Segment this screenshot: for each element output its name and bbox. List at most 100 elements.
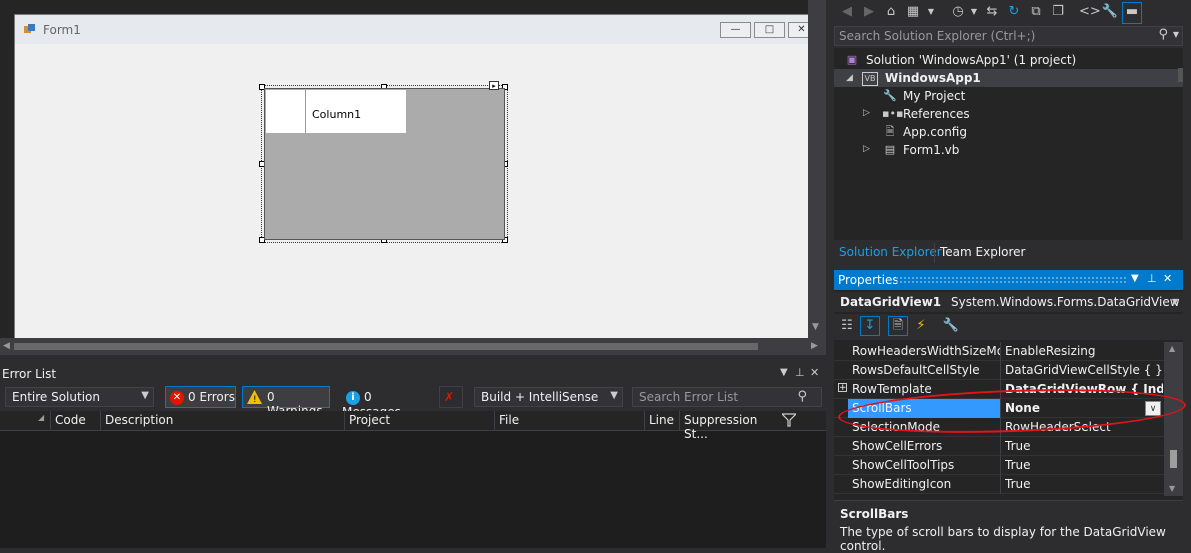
property-row[interactable]: RowHeadersWidthSizeMode EnableResizing <box>834 342 1164 361</box>
vb-project-icon: VB <box>862 72 878 86</box>
tab-team-explorer[interactable]: Team Explorer <box>934 243 1031 263</box>
properties-view-icon[interactable]: 🗎 <box>888 316 908 336</box>
home-icon[interactable]: ⌂ <box>882 3 900 21</box>
close-panel-icon[interactable]: ✕ <box>1163 272 1172 285</box>
tree-item-form1[interactable]: ▷ ▤ Form1.vb <box>834 141 1183 159</box>
property-row[interactable]: ShowEditingIcon True <box>834 475 1164 494</box>
property-grid-scrollbar[interactable]: ▲ ▼ <box>1164 342 1183 496</box>
column-header-code[interactable]: Code <box>50 411 100 431</box>
events-lightning-icon[interactable]: ⚡ <box>912 317 930 335</box>
description-title: ScrollBars <box>840 507 909 521</box>
tree-item-label: App.config <box>903 125 967 139</box>
property-value[interactable]: DataGridViewCellStyle { } <box>1005 363 1163 377</box>
expand-plus-icon[interactable]: + <box>838 383 847 393</box>
pin-icon[interactable]: ⊥ <box>1147 272 1157 285</box>
column-header-file[interactable]: File <box>494 411 644 431</box>
column-header-description[interactable]: Description <box>100 411 344 431</box>
expand-arrow-icon[interactable]: ▷ <box>863 108 870 118</box>
tree-item-project[interactable]: ◢ VB WindowsApp1 <box>834 69 1183 87</box>
search-icon[interactable]: ⚲ <box>797 389 807 404</box>
error-list-search-input[interactable]: Search Error List ⚲ <box>632 387 822 407</box>
property-name: ShowCellToolTips <box>852 458 955 472</box>
solution-tree: ▣ Solution 'WindowsApp1' (1 project) ◢ V… <box>834 48 1183 240</box>
tree-item-references[interactable]: ▷ ▪•▪ References <box>834 105 1183 123</box>
property-row[interactable]: ShowCellToolTips True <box>834 456 1164 475</box>
properties-object-selector[interactable]: DataGridView1 System.Windows.Forms.DataG… <box>834 292 1183 312</box>
messages-filter-button[interactable]: i0 Messages <box>341 386 429 419</box>
grid-column-header[interactable]: Column1 <box>306 90 406 133</box>
switch-views-icon[interactable]: ▦ <box>904 3 922 21</box>
description-text: The type of scroll bars to display for t… <box>840 525 1166 553</box>
property-name: RowHeadersWidthSizeMode <box>852 344 1000 358</box>
column-header-indicator[interactable]: ◢ <box>0 411 50 431</box>
scroll-left-icon[interactable]: ◀ <box>3 341 10 351</box>
alphabetical-icon[interactable]: ↧ <box>860 316 880 336</box>
chevron-down-icon[interactable]: ▼ <box>922 3 940 21</box>
solution-explorer-search-input[interactable]: Search Solution Explorer (Ctrl+;) ⚲ ▼ <box>834 26 1183 46</box>
column-header-project[interactable]: Project <box>344 411 494 431</box>
warnings-filter-button[interactable]: !0 Warnings <box>242 386 330 418</box>
property-name: ShowCellErrors <box>852 439 943 453</box>
tree-item-solution[interactable]: ▣ Solution 'WindowsApp1' (1 project) <box>834 51 1183 69</box>
horizontal-scroll-thumb[interactable] <box>14 343 758 350</box>
error-list-header-row: ◢ Code Description Project File Line Sup… <box>0 411 826 441</box>
column-header-suppression[interactable]: Suppression St... <box>679 411 779 441</box>
chevron-down-icon[interactable]: ▼ <box>965 3 983 21</box>
tab-solution-explorer[interactable]: Solution Explorer <box>834 243 947 263</box>
property-name: ShowEditingIcon <box>852 477 952 491</box>
filter-build-button[interactable]: ✗ <box>439 386 463 408</box>
scroll-right-icon[interactable]: ▶ <box>811 341 818 351</box>
tree-item-app-config[interactable]: 🗎 App.config <box>834 123 1183 141</box>
chevron-down-icon: ▼ <box>141 390 149 401</box>
close-panel-icon[interactable]: ✕ <box>810 366 819 379</box>
scope-combo[interactable]: Entire Solution ▼ <box>5 387 154 407</box>
scroll-thumb[interactable] <box>1170 450 1177 468</box>
minimize-button[interactable]: — <box>720 22 751 38</box>
collapse-arrow-icon[interactable]: ◢ <box>846 73 853 83</box>
properties-wrench-icon[interactable]: 🔧 <box>1101 3 1119 21</box>
chevron-down-icon[interactable]: ▼ <box>1173 30 1179 39</box>
column-header-line[interactable]: Line <box>644 411 679 431</box>
collapse-all-icon[interactable]: ⧉ <box>1027 3 1045 21</box>
categorized-icon[interactable]: ☷ <box>838 317 856 335</box>
back-icon[interactable]: ◀ <box>838 3 856 21</box>
scroll-up-icon[interactable]: ▲ <box>1169 344 1175 353</box>
error-icon: ✕ <box>170 390 184 405</box>
designer-horizontal-scrollbar[interactable]: ◀ ▶ <box>0 338 826 355</box>
search-icon[interactable]: ⚲ <box>1158 27 1168 42</box>
window-position-icon[interactable]: ▼ <box>1131 273 1139 284</box>
refresh-icon[interactable]: ↻ <box>1005 3 1023 21</box>
scroll-down-icon[interactable]: ▼ <box>812 322 819 332</box>
scroll-down-icon[interactable]: ▼ <box>1169 484 1175 493</box>
build-combo[interactable]: Build + IntelliSense ▼ <box>474 387 623 407</box>
chevron-down-icon[interactable]: ▼ <box>1172 297 1178 306</box>
view-code-icon[interactable]: <> <box>1079 3 1101 21</box>
property-value[interactable]: True <box>1005 439 1163 453</box>
titlebar-grip <box>896 277 1126 283</box>
property-value[interactable]: True <box>1005 458 1163 472</box>
property-value[interactable]: True <box>1005 477 1163 491</box>
maximize-button[interactable]: □ <box>754 22 785 38</box>
smart-tag-icon[interactable]: ▸ <box>489 81 499 90</box>
show-all-files-icon[interactable]: ❐ <box>1049 3 1067 21</box>
pin-icon[interactable]: ⊥ <box>795 366 805 379</box>
tree-scroll-thumb[interactable] <box>1178 68 1183 82</box>
preview-selected-icon[interactable]: ▬ <box>1122 2 1142 24</box>
filter-icon[interactable] <box>780 413 798 430</box>
tree-item-my-project[interactable]: 🔧 My Project <box>834 87 1183 105</box>
solution-search-placeholder: Search Solution Explorer (Ctrl+;) <box>839 29 1036 43</box>
errors-filter-button[interactable]: ✕ 0 Errors <box>165 386 236 408</box>
error-list-search-placeholder: Search Error List <box>639 390 739 404</box>
object-type: System.Windows.Forms.DataGridView <box>950 295 1180 309</box>
property-value[interactable]: EnableResizing <box>1005 344 1163 358</box>
designer-vertical-scrollbar[interactable]: ▼ <box>808 0 826 338</box>
property-row[interactable]: ShowCellErrors True <box>834 437 1164 456</box>
expand-arrow-icon[interactable]: ▷ <box>863 144 870 154</box>
datagridview[interactable]: Column1 <box>264 88 505 240</box>
forward-icon[interactable]: ▶ <box>860 3 878 21</box>
window-position-icon[interactable]: ▼ <box>780 367 788 378</box>
property-row[interactable]: RowsDefaultCellStyle DataGridViewCellSty… <box>834 361 1164 380</box>
sync-icon[interactable]: ⇆ <box>983 3 1001 21</box>
tree-item-label: My Project <box>903 89 966 103</box>
property-pages-wrench-icon[interactable]: 🔧 <box>942 317 960 335</box>
